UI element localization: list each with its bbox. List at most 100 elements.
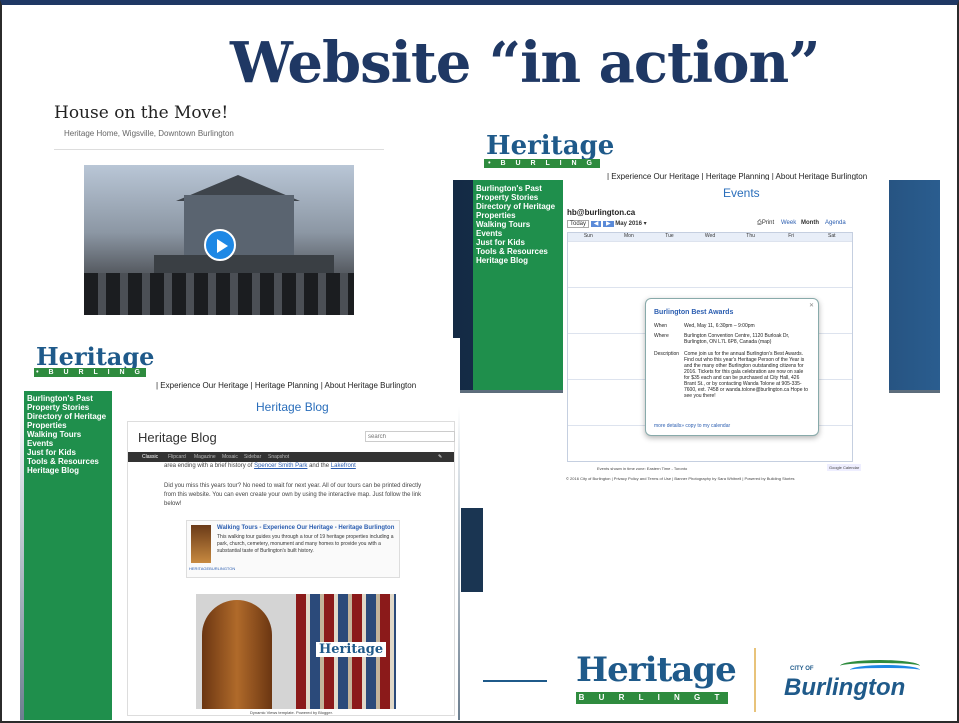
tab-magazine[interactable]: Magazine bbox=[194, 454, 216, 460]
calendar-email: hb@burlington.ca bbox=[567, 208, 636, 217]
heritage-burlington-band: B U R L I N G T O N bbox=[576, 692, 728, 714]
next-month-button[interactable]: ▶ bbox=[602, 221, 614, 227]
post-subtitle: Heritage Home, Wigsville, Downtown Burli… bbox=[64, 129, 234, 138]
link-preview-card[interactable]: Walking Tours - Experience Our Heritage … bbox=[186, 520, 400, 578]
divider bbox=[54, 149, 384, 150]
sidebar-item-just-for-kids[interactable]: Just for Kids bbox=[476, 238, 560, 247]
crowd-shape bbox=[84, 273, 354, 315]
sidebar-item-property-stories[interactable]: Property Stories bbox=[476, 193, 560, 202]
when-value: Wed, May 11, 6:30pm – 9:00pm bbox=[684, 323, 755, 329]
weekday-label: Mon bbox=[624, 233, 634, 239]
weekday-label: Fri bbox=[788, 233, 795, 239]
sidebar-item-directory[interactable]: Directory of Heritage Properties bbox=[27, 412, 109, 430]
sidebar-item-walking-tours[interactable]: Walking Tours bbox=[27, 430, 109, 439]
sidebar-item-tools[interactable]: Tools & Resources bbox=[476, 247, 560, 256]
preview-title[interactable]: Walking Tours - Experience Our Heritage … bbox=[217, 525, 394, 531]
weekday-label: Wed bbox=[704, 233, 716, 239]
wooden-door-shape bbox=[202, 600, 272, 709]
mosaic-heritage-logo: Heritage bbox=[316, 642, 387, 657]
today-button[interactable]: Today bbox=[567, 220, 590, 228]
week-tab[interactable]: Week bbox=[781, 220, 796, 226]
blog-text-span: and the bbox=[307, 463, 331, 469]
city-of-label: CITY OF bbox=[790, 666, 814, 672]
heritage-doors-image: Heritage bbox=[196, 594, 396, 709]
month-tab[interactable]: Month bbox=[801, 220, 819, 226]
accent-line bbox=[483, 680, 547, 682]
city-of-burlington-logo: Burlington bbox=[784, 674, 906, 701]
sidebar-item-property-stories[interactable]: Property Stories bbox=[27, 403, 109, 412]
blog-paragraph: Did you miss this years tour? No need to… bbox=[164, 483, 422, 507]
sidebar-item-just-for-kids[interactable]: Just for Kids bbox=[27, 448, 109, 457]
weekday-label: Sat bbox=[828, 233, 836, 239]
heritage-logo-word[interactable]: Heritage bbox=[36, 342, 154, 371]
blog-footer: Dynamic Views template. Powered by Blogg… bbox=[250, 710, 333, 715]
blog-page-title: Heritage Blog bbox=[256, 400, 329, 414]
play-icon[interactable] bbox=[204, 229, 236, 261]
print-button[interactable]: ⎙Print bbox=[757, 220, 774, 227]
sidebar-item-events[interactable]: Events bbox=[476, 229, 560, 238]
event-links[interactable]: more details» copy to my calendar bbox=[654, 423, 730, 429]
sidebar-item-directory[interactable]: Directory of Heritage Properties bbox=[476, 202, 560, 220]
weekday-label: Tue bbox=[665, 233, 674, 239]
tab-classic[interactable]: Classic bbox=[142, 454, 158, 460]
desc-value: Come join us for the annual Burlington's… bbox=[684, 351, 809, 399]
slide-title: Website “in action” bbox=[230, 30, 820, 96]
month-label: May 2016 bbox=[615, 221, 642, 227]
preview-source: HERITAGEBURLINGTON bbox=[189, 566, 236, 571]
link-spencer-smith-park[interactable]: Spencer Smith Park bbox=[254, 463, 307, 469]
close-icon[interactable]: ✕ bbox=[809, 302, 814, 309]
blog-header: Heritage Blog bbox=[138, 430, 217, 445]
sidebar-nav: Burlington's Past Property Stories Direc… bbox=[24, 391, 112, 720]
sidebar-item-burlingtons-past[interactable]: Burlington's Past bbox=[27, 394, 109, 403]
sidebar-item-heritage-blog[interactable]: Heritage Blog bbox=[476, 256, 560, 265]
weekday-label: Sun bbox=[583, 233, 593, 239]
calendar-toolbar: Today ◀ ▶ May 2016 ▾ ⎙Print Week Month A… bbox=[567, 220, 857, 230]
tab-mosaic[interactable]: Mosaic bbox=[222, 454, 238, 460]
weekday-label: Thu bbox=[746, 233, 755, 239]
sidebar-item-walking-tours[interactable]: Walking Tours bbox=[476, 220, 560, 229]
video-player[interactable] bbox=[84, 165, 354, 315]
blog-text-span: area ending with a brief history of bbox=[164, 463, 255, 469]
heritage-logo-band: • B U R L I N G T O N • bbox=[34, 368, 146, 385]
weekday-header: Sun Mon Tue Wed Thu Fri Sat bbox=[568, 233, 852, 241]
print-label: Print bbox=[761, 220, 775, 226]
tab-snapshot[interactable]: Snapshot bbox=[268, 454, 289, 460]
search-input[interactable] bbox=[365, 431, 455, 442]
tab-flipcard[interactable]: Flipcard bbox=[168, 454, 186, 460]
heritage-burlington-logo: Heritage bbox=[576, 650, 737, 690]
event-when-row: When Wed, May 11, 6:30pm – 9:00pm bbox=[654, 323, 809, 329]
heritage-logo-word[interactable]: Heritage bbox=[486, 131, 614, 161]
link-lakefront[interactable]: Lakefront bbox=[331, 463, 356, 469]
sidebar-nav: Burlington's Past Property Stories Direc… bbox=[473, 180, 563, 390]
blog-view-tabs: Classic Flipcard Magazine Mosaic Sidebar… bbox=[128, 452, 454, 462]
preview-description: This walking tour guides you through a t… bbox=[217, 534, 394, 554]
sidebar-item-heritage-blog[interactable]: Heritage Blog bbox=[27, 466, 109, 475]
when-label: When bbox=[654, 323, 668, 329]
month-dropdown-icon[interactable]: ▾ bbox=[644, 221, 647, 227]
truck-shape bbox=[154, 255, 334, 273]
event-popup: ✕ Burlington Best Awards When Wed, May 11… bbox=[645, 298, 819, 436]
preview-thumbnail bbox=[191, 525, 211, 563]
blog-panel-edge bbox=[461, 508, 483, 592]
sidebar-item-burlingtons-past[interactable]: Burlington's Past bbox=[476, 184, 560, 193]
calendar-week-row bbox=[568, 241, 852, 287]
timezone-note: Events shown in time zone: Eastern Time … bbox=[597, 466, 688, 471]
prev-month-button[interactable]: ◀ bbox=[590, 221, 602, 227]
events-footer: © 2016 City of Burlington | Privacy Poli… bbox=[566, 476, 795, 481]
blog-paragraph: area ending with a brief history of Spen… bbox=[164, 462, 424, 471]
event-where-row: Where Burlington Convention Centre, 1120 … bbox=[654, 333, 809, 345]
heritage-logo-band: • B U R L I N G T O N • bbox=[484, 159, 600, 176]
blog-frame: Heritage Blog Classic Flipcard Magazine … bbox=[127, 421, 455, 716]
sidebar-item-tools[interactable]: Tools & Resources bbox=[27, 457, 109, 466]
post-title: House on the Move! bbox=[54, 103, 229, 123]
sidebar-item-events[interactable]: Events bbox=[27, 439, 109, 448]
pencil-icon[interactable]: ✎ bbox=[438, 454, 442, 460]
agenda-tab[interactable]: Agenda bbox=[825, 220, 846, 226]
where-value: Burlington Convention Centre, 1120 Burlo… bbox=[684, 333, 790, 345]
google-calendar-badge[interactable]: Google Calendar bbox=[827, 464, 862, 471]
tab-sidebar[interactable]: Sidebar bbox=[244, 454, 261, 460]
where-label: Where bbox=[654, 333, 669, 339]
site-nav[interactable]: | Experience Our Heritage | Heritage Pla… bbox=[156, 381, 416, 390]
house-on-the-move-panel: House on the Move! Heritage Home, Wigsvi… bbox=[40, 95, 400, 330]
event-title: Burlington Best Awards bbox=[654, 309, 734, 316]
